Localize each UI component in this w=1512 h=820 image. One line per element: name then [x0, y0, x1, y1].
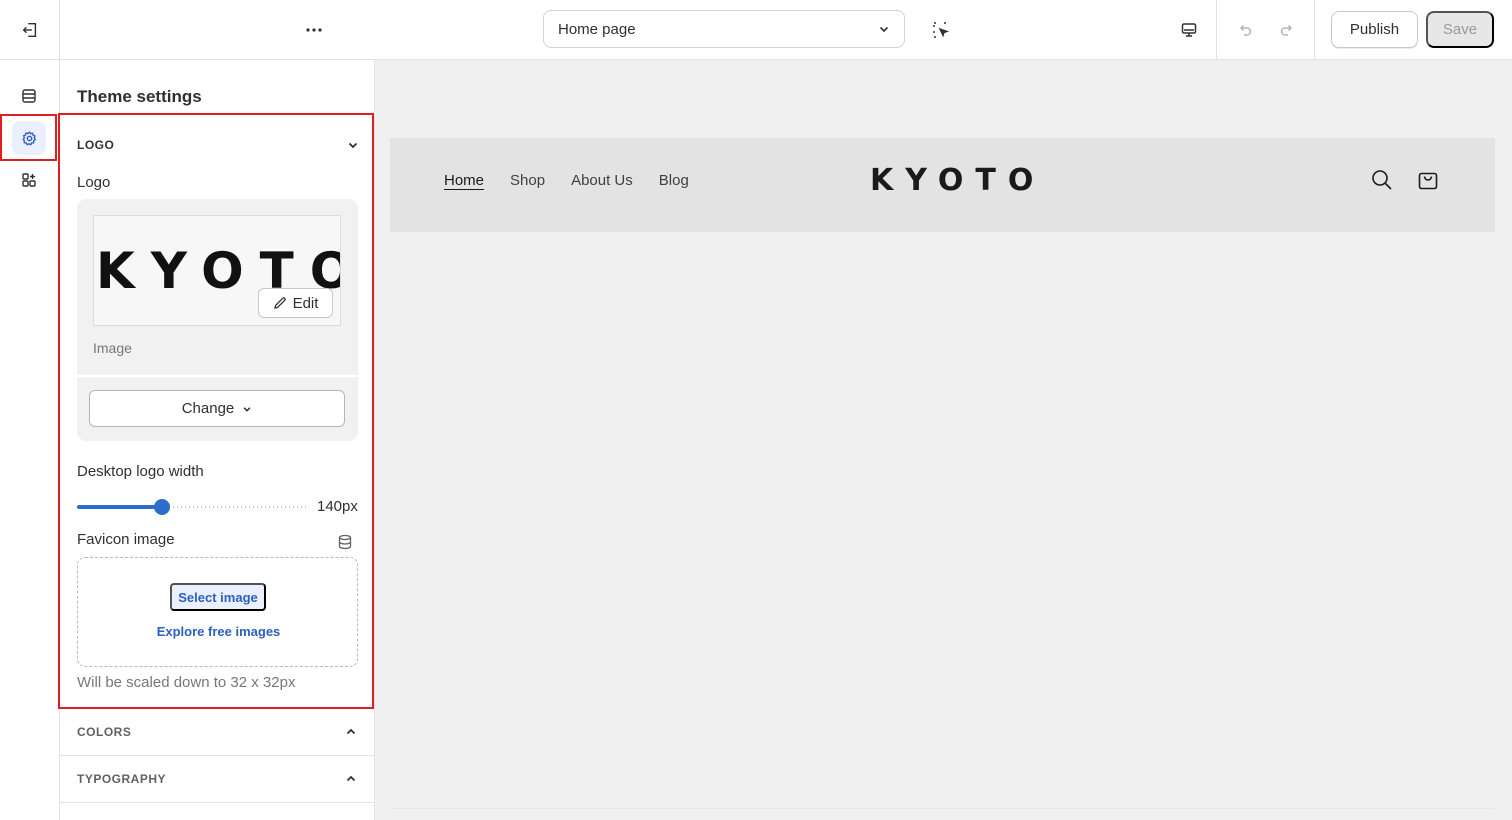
edit-logo-button[interactable]: Edit	[258, 288, 333, 318]
rail-item-apps[interactable]	[12, 163, 46, 197]
sections-icon	[22, 89, 36, 103]
store-nav-about-us[interactable]: About Us	[571, 172, 633, 189]
typography-section-header[interactable]: TYPOGRAPHY	[60, 756, 374, 803]
change-label: Change	[181, 400, 235, 417]
store-header: Home Shop About Us Blog KYOTO	[390, 138, 1495, 232]
store-logo[interactable]: KYOTO	[870, 163, 1045, 198]
exit-button[interactable]	[0, 0, 60, 59]
desktop-view-button[interactable]	[1176, 17, 1202, 43]
settings-panel: Theme settings LOGO Logo KYOTO Edit Imag…	[58, 60, 375, 820]
redo-button[interactable]	[1274, 17, 1300, 43]
store-preview: Home Shop About Us Blog KYOTO	[375, 60, 1512, 820]
undo-icon	[1239, 24, 1252, 36]
exit-icon	[22, 22, 36, 37]
logo-label: Logo	[77, 174, 111, 191]
chevron-down-icon	[348, 142, 358, 149]
slider-thumb[interactable]	[154, 499, 170, 515]
logo-image-preview: KYOTO Edit	[93, 215, 341, 326]
image-caption: Image	[93, 340, 132, 356]
publish-button[interactable]: Publish	[1331, 11, 1418, 48]
chevron-down-icon	[879, 26, 889, 33]
logo-picker-card: KYOTO Edit Image Change	[77, 199, 358, 441]
store-nav: Home Shop About Us Blog	[444, 172, 689, 189]
change-logo-button[interactable]: Change	[89, 390, 345, 427]
rail-item-sections[interactable]	[12, 79, 46, 113]
more-button[interactable]	[300, 16, 328, 44]
undo-button[interactable]	[1232, 17, 1258, 43]
store-nav-shop[interactable]: Shop	[510, 172, 545, 189]
slider-fill	[77, 505, 162, 509]
rail-highlight-box	[0, 114, 57, 161]
more-icon	[306, 28, 322, 32]
favicon-help-text: Will be scaled down to 32 x 32px	[77, 674, 296, 691]
desktop-logo-width-value: 140px	[317, 498, 358, 515]
desktop-logo-width-slider[interactable]	[77, 499, 307, 515]
toolbar-divider	[1216, 0, 1217, 59]
inspector-button[interactable]	[928, 17, 954, 43]
explore-free-images-link[interactable]: Explore free images	[78, 624, 359, 639]
favicon-label: Favicon image	[77, 531, 175, 548]
inspector-icon	[933, 22, 950, 38]
colors-section-header[interactable]: COLORS	[60, 709, 374, 756]
chevron-up-icon	[346, 728, 356, 735]
left-rail	[0, 60, 60, 820]
section-heading: TYPOGRAPHY	[77, 772, 167, 786]
top-bar: Home page Publish Save	[0, 0, 1512, 60]
database-icon[interactable]	[336, 533, 354, 551]
edit-label: Edit	[292, 294, 319, 312]
page-select-value: Home page	[558, 20, 636, 38]
card-divider	[77, 375, 358, 377]
search-icon[interactable]	[1370, 168, 1394, 192]
desktop-icon	[1181, 23, 1197, 37]
cart-icon[interactable]	[1416, 168, 1440, 192]
logo-section-header[interactable]: LOGO	[77, 138, 359, 152]
favicon-dropzone[interactable]: Select image Explore free images	[77, 557, 358, 667]
chevron-up-icon	[346, 775, 356, 782]
section-heading: LOGO	[77, 138, 115, 152]
apps-icon	[22, 173, 36, 187]
logo-section: LOGO Logo KYOTO Edit Image Change Deskto…	[58, 113, 374, 709]
select-image-button[interactable]: Select image	[170, 583, 266, 611]
section-heading: COLORS	[77, 725, 132, 739]
page-select[interactable]: Home page	[543, 10, 905, 48]
toolbar-divider	[1314, 0, 1315, 59]
store-nav-blog[interactable]: Blog	[659, 172, 689, 189]
store-nav-home[interactable]: Home	[444, 172, 484, 189]
pencil-icon	[273, 297, 286, 309]
desktop-logo-width-label: Desktop logo width	[77, 463, 204, 480]
redo-icon	[1280, 24, 1293, 36]
store-header-icons	[1370, 168, 1440, 192]
preview-divider	[390, 808, 1495, 809]
chevron-down-icon	[243, 406, 251, 412]
save-button[interactable]: Save	[1426, 11, 1494, 48]
panel-title: Theme settings	[77, 87, 202, 106]
